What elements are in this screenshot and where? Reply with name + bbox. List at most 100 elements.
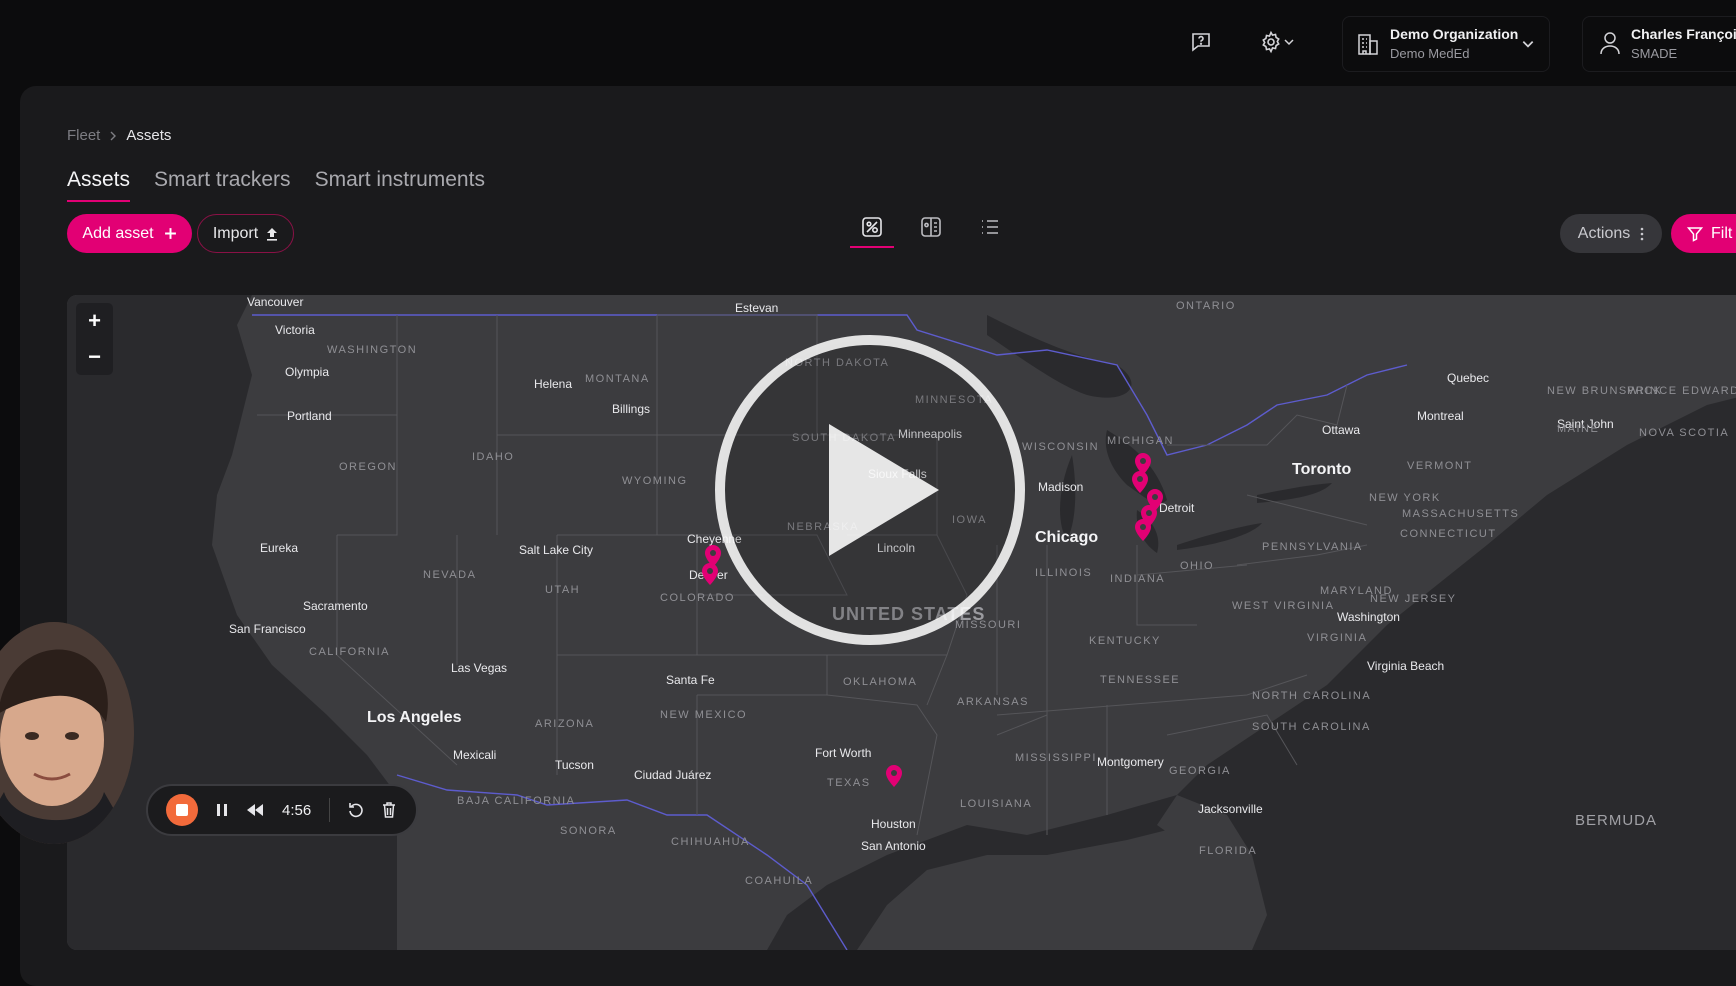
divider: [329, 798, 331, 822]
org-subtitle: Demo MedEd: [1390, 46, 1470, 61]
stop-recording-button[interactable]: [166, 794, 198, 826]
state-label: ONTARIO: [1176, 300, 1236, 312]
asset-pin[interactable]: [1135, 519, 1151, 541]
map-view-icon[interactable]: [857, 212, 887, 242]
user-subtitle: SMADE: [1631, 46, 1678, 61]
organization-switcher[interactable]: Demo Organization Demo MedEd: [1342, 16, 1550, 72]
state-label: SONORA: [560, 825, 617, 837]
add-asset-label: Add asset: [82, 224, 154, 242]
state-label: ARIZONA: [535, 718, 595, 730]
city-label: Eureka: [260, 541, 299, 555]
city-label: Ottawa: [1322, 423, 1361, 437]
state-label: VERMONT: [1407, 460, 1473, 472]
state-label: MISSISSIPPI: [1015, 752, 1097, 764]
state-label: TENNESSEE: [1100, 674, 1181, 686]
tab-assets[interactable]: Assets: [67, 168, 131, 202]
city-label: Portland: [287, 409, 332, 423]
breadcrumb: Fleet Assets: [67, 127, 171, 144]
filter-button[interactable]: Filt: [1671, 214, 1736, 253]
pause-icon[interactable]: [216, 803, 228, 817]
city-label: Tucson: [555, 758, 594, 772]
city-label: Helena: [534, 377, 573, 391]
state-label: PRINCE EDWARD ISLAND: [1627, 385, 1736, 397]
city-label: Sacramento: [303, 599, 368, 613]
gear-icon: [1262, 30, 1280, 54]
asset-pin[interactable]: [886, 765, 902, 787]
import-button[interactable]: Import: [197, 214, 294, 253]
city-label-major: Toronto: [1292, 461, 1352, 478]
city-label: Vancouver: [247, 295, 304, 309]
city-label: Estevan: [735, 301, 779, 315]
chevron-right-icon: [110, 131, 117, 140]
active-view-indicator: [850, 246, 894, 248]
state-label: NEW MEXICO: [660, 709, 748, 721]
help-chat-icon[interactable]: [1182, 24, 1220, 60]
state-label: WISCONSIN: [1022, 441, 1100, 453]
split-view-icon[interactable]: [916, 212, 946, 242]
state-label: NORTH CAROLINA: [1252, 690, 1372, 702]
state-label: NEW JERSEY: [1370, 593, 1457, 605]
building-icon: [1358, 34, 1378, 55]
state-label: FLORIDA: [1199, 845, 1258, 857]
state-label: MICHIGAN: [1107, 435, 1174, 447]
user-icon: [1600, 32, 1620, 55]
video-play-button[interactable]: [711, 331, 1029, 649]
plus-icon: [164, 228, 176, 239]
list-view-icon[interactable]: [975, 212, 1005, 242]
state-label: VIRGINIA: [1307, 632, 1368, 644]
city-label: San Antonio: [861, 839, 926, 853]
state-label: SOUTH CAROLINA: [1252, 721, 1371, 733]
restart-icon[interactable]: [348, 802, 364, 818]
city-label: Salt Lake City: [519, 543, 594, 557]
state-label: ILLINOIS: [1035, 567, 1093, 579]
state-label: NEW YORK: [1369, 492, 1441, 504]
state-label: CALIFORNIA: [309, 646, 391, 658]
settings-menu[interactable]: [1252, 24, 1302, 60]
state-label: CONNECTICUT: [1400, 528, 1497, 540]
asset-pin[interactable]: [1132, 471, 1148, 493]
state-label: BAJA CALIFORNIA: [457, 795, 576, 807]
city-label: Montgomery: [1097, 755, 1164, 769]
city-label: Jacksonville: [1198, 802, 1263, 816]
city-label: Montreal: [1417, 409, 1464, 423]
city-label: Washington: [1337, 610, 1400, 624]
city-label: Fort Worth: [815, 746, 872, 760]
recording-time: 4:56: [282, 801, 312, 819]
city-label: Santa Fe: [666, 673, 715, 687]
add-asset-button[interactable]: Add asset: [67, 214, 192, 253]
top-bar: Demo Organization Demo MedEd Charles Fra…: [0, 0, 1736, 80]
actions-label: Actions: [1577, 224, 1631, 242]
recording-controls: 4:56: [146, 784, 418, 836]
actions-button[interactable]: Actions: [1560, 214, 1662, 253]
state-label: OKLAHOMA: [843, 676, 918, 688]
state-label: GEORGIA: [1169, 765, 1231, 777]
state-label: WYOMING: [622, 475, 688, 487]
org-name: Demo Organization: [1390, 26, 1519, 42]
tab-bar: Assets Smart trackers Smart instruments: [67, 168, 485, 202]
zoom-out-button[interactable]: −: [76, 339, 113, 375]
state-label: NEVADA: [423, 569, 477, 581]
state-label: NOVA SCOTIA: [1639, 427, 1730, 439]
city-label-major: Chicago: [1035, 529, 1099, 546]
zoom-controls: + −: [76, 303, 113, 375]
city-label: Mexicali: [453, 748, 497, 762]
state-label: MAINE: [1557, 423, 1600, 435]
state-label: WASHINGTON: [327, 344, 418, 356]
tab-smart-instruments[interactable]: Smart instruments: [315, 168, 485, 202]
city-label: Quebec: [1447, 371, 1490, 385]
state-label: OHIO: [1180, 560, 1215, 572]
sea-label: BERMUDA: [1575, 812, 1658, 829]
import-label: Import: [212, 224, 259, 242]
user-name: Charles François: [1631, 26, 1736, 42]
city-label: Virginia Beach: [1367, 659, 1445, 673]
state-label: COAHUILA: [745, 875, 814, 887]
breadcrumb-fleet[interactable]: Fleet: [67, 127, 100, 144]
tab-smart-trackers[interactable]: Smart trackers: [154, 168, 291, 202]
user-menu[interactable]: Charles François SMADE: [1582, 16, 1736, 72]
city-label: Detroit: [1159, 501, 1195, 515]
rewind-icon[interactable]: [246, 803, 264, 817]
zoom-in-button[interactable]: +: [76, 303, 113, 339]
trash-icon[interactable]: [382, 802, 396, 818]
state-label: ARKANSAS: [957, 696, 1029, 708]
state-label: LOUISIANA: [960, 798, 1033, 810]
